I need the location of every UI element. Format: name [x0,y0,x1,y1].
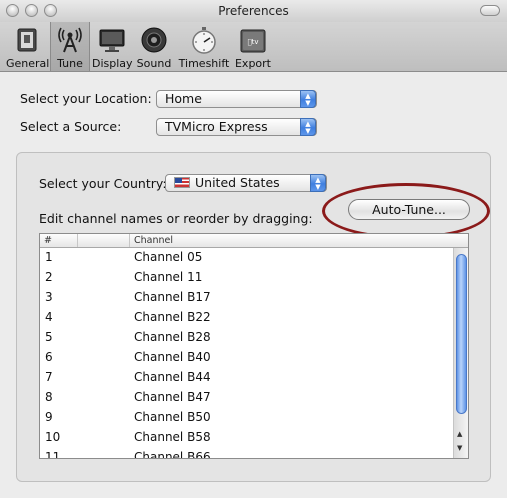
toolbar-export-label: Export [234,57,271,70]
popup-arrows-icon: ▲ ▼ [300,90,316,108]
row-number: 10 [45,430,61,444]
table-row[interactable]: 1 Channel 05 [40,247,454,267]
channel-table[interactable]: # Channel 1 Channel 05 2 Channel 11 3 Chann… [39,233,469,459]
country-popup[interactable]: United States ▲ ▼ [165,174,327,192]
row-channel-name[interactable]: Channel B40 [134,347,211,367]
table-row[interactable]: 9 Channel B50 [40,407,454,427]
stopwatch-icon [192,27,216,54]
antenna-icon [58,27,82,53]
toolbar-timeshift[interactable]: Timeshift [177,22,231,71]
row-channel-name[interactable]: Channel B58 [134,427,211,447]
toolbar-general-label: General [6,57,50,70]
vertical-scrollbar[interactable]: ▲ ▼ [453,248,468,458]
row-channel-name[interactable]: Channel B50 [134,407,211,427]
table-row[interactable]: 5 Channel B28 [40,327,454,347]
popup-arrows-icon: ▲ ▼ [310,174,326,192]
table-row[interactable]: 7 Channel B44 [40,367,454,387]
column-header-channel[interactable]: Channel [130,234,454,247]
scroll-down-arrow-icon[interactable]: ▼ [457,444,462,452]
general-icon [17,28,37,52]
table-row[interactable]: 6 Channel B40 [40,347,454,367]
display-icon [99,29,125,52]
row-number: 3 [45,290,53,304]
column-header-number[interactable]: # [40,234,78,247]
table-row[interactable]: 2 Channel 11 [40,267,454,287]
appletv-badge: tv [247,38,258,46]
row-channel-name[interactable]: Channel B17 [134,287,211,307]
toolbar-display[interactable]: Display [92,22,133,71]
source-value: TVMicro Express [165,119,268,134]
toolbar-timeshift-label: Timeshift [178,57,230,70]
row-number: 5 [45,330,53,344]
table-row[interactable]: 3 Channel B17 [40,287,454,307]
toolbar-tune[interactable]: Tune [50,22,90,71]
row-channel-name[interactable]: Channel B28 [134,327,211,347]
preferences-window: Preferences General Tune Display Sound T… [0,0,507,498]
location-value: Home [165,91,202,106]
popup-arrows-icon: ▲ ▼ [300,118,316,136]
source-label: Select a Source: [20,119,122,134]
row-channel-name[interactable]: Channel B22 [134,307,211,327]
toolbar-toggle-button[interactable] [480,5,500,16]
table-header: # Channel [40,234,468,248]
title-bar[interactable]: Preferences [0,0,507,22]
column-header-blank[interactable] [78,234,130,247]
appletv-icon: tv [240,29,266,53]
source-popup[interactable]: TVMicro Express ▲ ▼ [156,118,317,136]
row-number: 8 [45,390,53,404]
location-label: Select your Location: [20,91,152,106]
row-channel-name[interactable]: Channel B66 [134,447,211,458]
preferences-toolbar: General Tune Display Sound Timeshift tv … [0,22,507,72]
table-row[interactable]: 10 Channel B58 [40,427,454,447]
row-number: 9 [45,410,53,424]
row-channel-name[interactable]: Channel 11 [134,267,202,287]
toolbar-tune-label: Tune [57,57,83,70]
row-channel-name[interactable]: Channel 05 [134,247,202,267]
country-label: Select your Country: [39,176,167,191]
toolbar-sound-label: Sound [136,57,172,70]
row-number: 6 [45,350,53,364]
channel-instructions: Edit channel names or reorder by draggin… [39,211,313,226]
location-popup[interactable]: Home ▲ ▼ [156,90,317,108]
toolbar-display-label: Display [92,57,133,70]
scroll-up-arrow-icon[interactable]: ▲ [457,430,462,438]
table-row[interactable]: 11 Channel B66 [40,447,454,459]
toolbar-export[interactable]: tv Export [234,22,272,71]
row-channel-name[interactable]: Channel B44 [134,367,211,387]
window-title: Preferences [218,4,289,18]
row-number: 2 [45,270,53,284]
row-number: 1 [45,250,53,264]
toolbar-sound[interactable]: Sound [135,22,173,71]
row-number: 7 [45,370,53,384]
row-channel-name[interactable]: Channel B47 [134,387,211,407]
toolbar-general[interactable]: General [6,22,50,71]
highlight-circle [322,183,490,239]
speaker-icon [141,27,167,53]
table-row[interactable]: 8 Channel B47 [40,387,454,407]
row-number: 11 [45,450,61,459]
scroll-thumb[interactable] [456,254,467,414]
country-value: United States [195,175,280,190]
us-flag-icon [174,177,190,188]
row-number: 4 [45,310,53,324]
table-row[interactable]: 4 Channel B22 [40,307,454,327]
